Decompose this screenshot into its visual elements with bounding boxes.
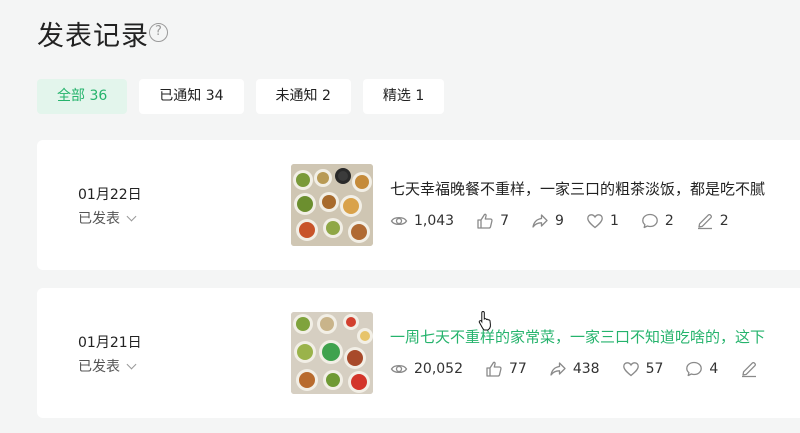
status-dropdown[interactable]: 已发表 bbox=[78, 356, 137, 376]
comments-stat: 4 bbox=[685, 360, 718, 378]
tab-all[interactable]: 全部 36 bbox=[37, 79, 128, 114]
article-thumbnail[interactable] bbox=[291, 164, 373, 246]
publish-date: 01月22日 bbox=[78, 187, 142, 203]
hand-cursor-icon bbox=[478, 310, 491, 331]
likes-stat: 7 bbox=[476, 212, 509, 230]
shares-count: 438 bbox=[572, 361, 600, 377]
comment-bubble-icon bbox=[642, 213, 658, 229]
favorites-count: 57 bbox=[645, 361, 664, 377]
share-arrow-icon bbox=[532, 214, 548, 228]
thumbs-up-icon bbox=[486, 361, 502, 377]
edits-stat bbox=[740, 360, 764, 378]
comments-count: 2 bbox=[664, 213, 674, 229]
comment-bubble-icon bbox=[686, 361, 703, 377]
heart-icon bbox=[622, 362, 639, 377]
tab-not-notified[interactable]: 未通知 2 bbox=[255, 79, 351, 114]
article-thumbnail[interactable] bbox=[291, 312, 373, 394]
thumbs-up-icon bbox=[477, 213, 493, 229]
tab-featured[interactable]: 精选 1 bbox=[362, 79, 445, 114]
status-dropdown[interactable]: 已发表 bbox=[78, 208, 137, 228]
article-title[interactable]: 七天幸福晚餐不重样，一家三口的粗茶淡饭，都是吃不腻 bbox=[390, 178, 765, 199]
edits-count: 2 bbox=[719, 213, 729, 229]
eye-icon bbox=[390, 364, 408, 374]
comments-stat: 2 bbox=[641, 212, 674, 230]
favorites-stat: 57 bbox=[622, 360, 664, 378]
article-title[interactable]: 一周七天不重样的家常菜，一家三口不知道吃啥的，这下 bbox=[390, 326, 765, 347]
views-stat: 1,043 bbox=[390, 212, 454, 230]
article-stats: 20,052 77 438 57 4 bbox=[390, 360, 786, 378]
pen-icon bbox=[742, 362, 757, 378]
status-label: 已发表 bbox=[78, 359, 120, 375]
share-arrow-icon bbox=[550, 362, 566, 376]
likes-count: 7 bbox=[500, 213, 510, 229]
article-card: 01月21日 已发表 一周七天不重样的家常菜，一家三口不知道吃啥的，这下 20,… bbox=[37, 288, 800, 418]
views-count: 1,043 bbox=[414, 213, 455, 229]
publish-date: 01月21日 bbox=[78, 335, 142, 351]
article-stats: 1,043 7 9 1 2 2 bbox=[390, 212, 751, 230]
question-circle-icon[interactable]: ? bbox=[149, 23, 168, 42]
article-card: 01月22日 已发表 七天幸福晚餐不重样，一家三口的粗茶淡饭，都是吃不腻 1,0… bbox=[37, 140, 800, 270]
pen-icon bbox=[697, 214, 712, 230]
page-title: 发表记录 bbox=[37, 21, 149, 52]
eye-icon bbox=[390, 216, 408, 226]
shares-stat: 438 bbox=[549, 360, 600, 378]
filter-tabs: 全部 36 已通知 34 未通知 2 精选 1 bbox=[37, 79, 456, 114]
views-stat: 20,052 bbox=[390, 360, 463, 378]
heart-icon bbox=[587, 214, 603, 229]
likes-stat: 77 bbox=[485, 360, 527, 378]
status-label: 已发表 bbox=[78, 211, 120, 227]
views-count: 20,052 bbox=[414, 361, 463, 377]
shares-count: 9 bbox=[555, 213, 564, 229]
shares-stat: 9 bbox=[531, 212, 564, 230]
edits-stat: 2 bbox=[696, 212, 729, 230]
tab-notified[interactable]: 已通知 34 bbox=[139, 79, 244, 114]
chevron-down-icon bbox=[126, 211, 137, 222]
likes-count: 77 bbox=[509, 361, 527, 377]
chevron-down-icon bbox=[126, 359, 137, 370]
favorites-stat: 1 bbox=[586, 212, 619, 230]
favorites-count: 1 bbox=[609, 213, 619, 229]
comments-count: 4 bbox=[709, 361, 719, 377]
